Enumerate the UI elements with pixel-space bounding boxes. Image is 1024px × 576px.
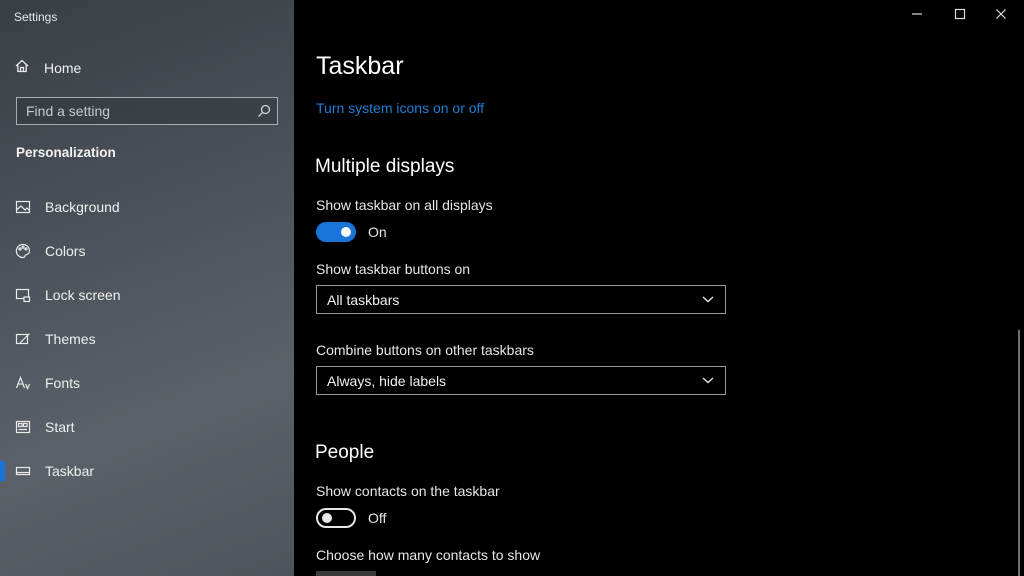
fonts-icon <box>15 375 31 391</box>
multiple-displays-heading: Multiple displays <box>315 156 455 177</box>
toggle-state-off: Off <box>368 510 387 526</box>
show-all-displays-toggle[interactable] <box>316 222 356 242</box>
maximize-icon <box>954 7 966 25</box>
close-button[interactable] <box>978 0 1024 32</box>
search-input[interactable] <box>26 103 251 119</box>
contacts-count-dropdown[interactable] <box>316 571 376 576</box>
search-box[interactable] <box>16 97 278 125</box>
people-heading: People <box>315 442 375 463</box>
sidebar-item-label: Colors <box>45 243 86 259</box>
window-title: Settings <box>14 10 58 24</box>
show-contacts-row: Off <box>316 508 386 528</box>
lock-screen-icon <box>15 287 31 303</box>
sidebar-item-background[interactable]: Background <box>0 185 294 229</box>
sidebar-item-themes[interactable]: Themes <box>0 317 294 361</box>
main-content: Taskbar Turn system icons on or off Mult… <box>294 0 1024 576</box>
toggle-knob <box>341 227 351 237</box>
close-icon <box>995 7 1007 25</box>
system-icons-link[interactable]: Turn system icons on or off <box>316 100 484 116</box>
image-icon <box>15 199 31 215</box>
section-label-personalization: Personalization <box>16 145 116 160</box>
show-all-displays-row: On <box>316 222 387 242</box>
dropdown-value: All taskbars <box>327 291 400 308</box>
page-title: Taskbar <box>316 52 404 80</box>
sidebar-item-label: Taskbar <box>45 463 95 479</box>
maximize-button[interactable] <box>937 0 983 32</box>
combine-buttons-label: Combine buttons on other taskbars <box>316 342 534 358</box>
minimize-icon <box>911 7 923 25</box>
sidebar-item-label: Themes <box>45 331 96 347</box>
chevron-down-icon <box>701 291 715 309</box>
dropdown-value: Always, hide labels <box>327 372 447 389</box>
sidebar-item-label: Lock screen <box>45 287 121 303</box>
sidebar-item-label: Fonts <box>45 375 81 391</box>
toggle-state-on: On <box>368 224 387 240</box>
chevron-down-icon <box>701 372 715 390</box>
show-contacts-toggle[interactable] <box>316 508 356 528</box>
sidebar-item-taskbar[interactable]: Taskbar <box>0 449 294 493</box>
show-all-displays-label: Show taskbar on all displays <box>316 197 493 213</box>
scrollbar[interactable] <box>1018 330 1020 576</box>
buttons-on-label: Show taskbar buttons on <box>316 261 471 277</box>
show-contacts-label: Show contacts on the taskbar <box>316 483 500 499</box>
toggle-knob <box>322 513 332 523</box>
sidebar: Settings Home Personalization Background <box>0 0 294 576</box>
start-icon <box>15 419 31 435</box>
sidebar-item-label: Start <box>45 419 75 435</box>
sidebar-item-start[interactable]: Start <box>0 405 294 449</box>
palette-icon <box>15 243 31 259</box>
nav-list: Background Colors Lock screen Themes Fon… <box>0 185 294 493</box>
search-icon[interactable] <box>251 98 277 124</box>
themes-icon <box>15 331 31 347</box>
sidebar-item-colors[interactable]: Colors <box>0 229 294 273</box>
sidebar-item-label: Background <box>45 199 120 215</box>
taskbar-icon <box>15 463 31 479</box>
home-label: Home <box>44 60 82 76</box>
sidebar-item-home[interactable]: Home <box>14 58 81 78</box>
home-icon <box>14 58 30 79</box>
sidebar-item-fonts[interactable]: Fonts <box>0 361 294 405</box>
sidebar-item-lock-screen[interactable]: Lock screen <box>0 273 294 317</box>
combine-buttons-dropdown[interactable]: Always, hide labels <box>316 366 726 395</box>
buttons-on-dropdown[interactable]: All taskbars <box>316 285 726 314</box>
how-many-contacts-label: Choose how many contacts to show <box>316 547 541 563</box>
minimize-button[interactable] <box>894 0 940 32</box>
